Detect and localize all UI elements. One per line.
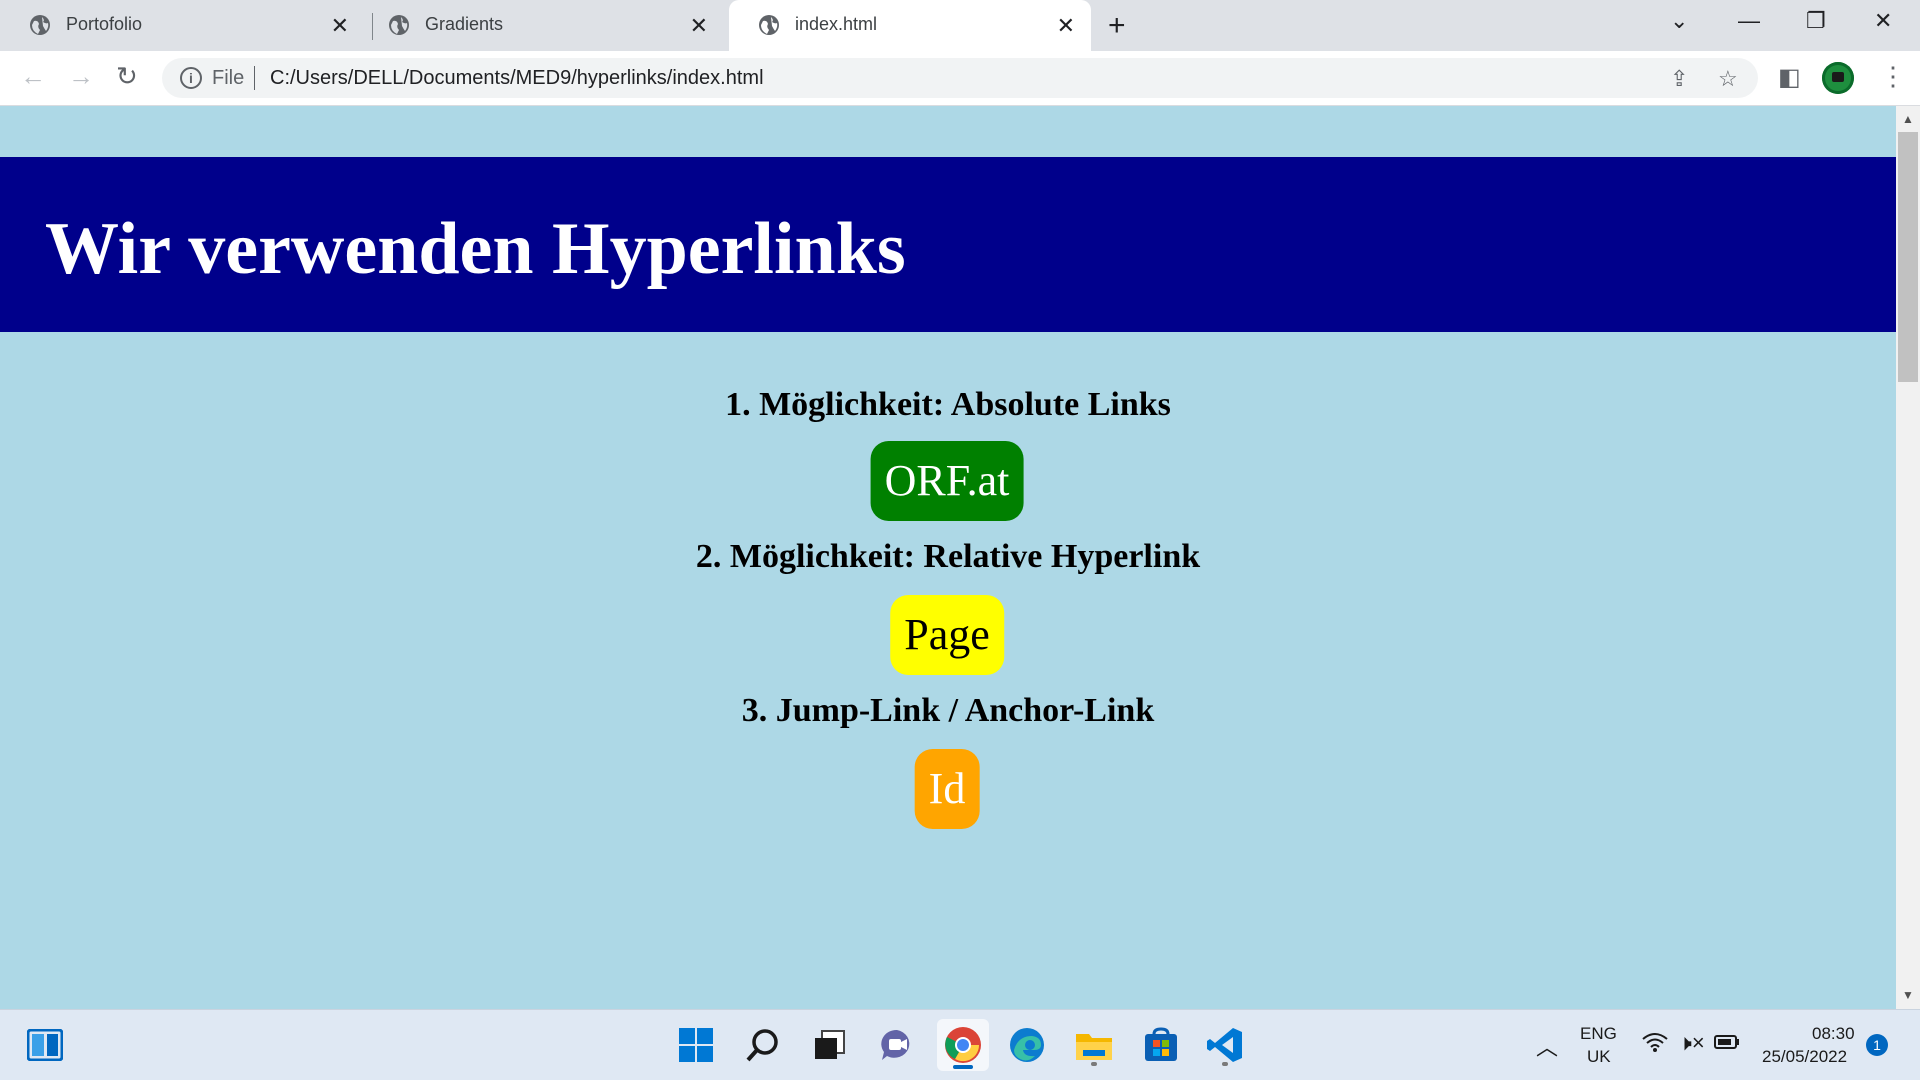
back-arrow-icon[interactable]: ←	[20, 61, 46, 92]
scrollbar-thumb[interactable]	[1898, 132, 1918, 382]
new-tab-plus-icon[interactable]: +	[1108, 9, 1126, 43]
close-window-icon[interactable]: ✕	[1874, 8, 1892, 34]
file-scheme-label: File	[212, 67, 245, 89]
address-bar[interactable]: i File C:/Users/DELL/Documents/MED9/hype…	[162, 58, 1758, 98]
running-app-indicator	[1091, 1062, 1097, 1066]
start-windows-icon[interactable]	[673, 1022, 719, 1068]
minimize-icon[interactable]: —	[1738, 8, 1760, 34]
scroll-up-arrow-icon[interactable]: ▲	[1902, 112, 1914, 126]
tab-strip: Portofolio ✕ Gradients ✕ index.html ✕ + …	[0, 0, 1920, 51]
side-panel-icon[interactable]: ◧	[1778, 63, 1801, 92]
chat-teams-icon[interactable]	[874, 1022, 920, 1068]
file-explorer-icon[interactable]	[1071, 1022, 1117, 1068]
speaker-muted-icon[interactable]: 🕨×	[1678, 1030, 1705, 1056]
orf-link-button[interactable]: ORF.at	[870, 441, 1024, 521]
page-link-button[interactable]: Page	[890, 595, 1004, 675]
chrome-icon[interactable]	[937, 1019, 989, 1071]
section-heading-relative: 2. Möglichkeit: Relative Hyperlink	[695, 538, 1201, 575]
globe-icon	[30, 15, 50, 35]
tab-gradients[interactable]: Gradients ✕	[359, 0, 724, 51]
share-icon[interactable]: ⇪	[1670, 66, 1688, 92]
tab-search-chevron-icon[interactable]: ⌄	[1670, 8, 1688, 34]
page-title: Wir verwenden Hyperlinks	[45, 208, 906, 290]
widgets-icon[interactable]	[22, 1022, 68, 1068]
search-icon[interactable]	[740, 1022, 786, 1068]
windows-taskbar: ︿ ENG UK 🕨× 08:30 25/05/2022	[0, 1009, 1920, 1080]
section-heading-absolute: 1. Möglichkeit: Absolute Links	[725, 386, 1171, 423]
close-icon[interactable]: ✕	[1057, 13, 1075, 39]
running-app-indicator	[1222, 1062, 1228, 1066]
profile-avatar[interactable]	[1822, 62, 1854, 94]
section-heading-anchor: 3. Jump-Link / Anchor-Link	[741, 692, 1155, 729]
battery-icon[interactable]	[1714, 1034, 1740, 1055]
close-icon[interactable]: ✕	[331, 13, 349, 39]
reload-icon[interactable]: ↻	[116, 61, 138, 92]
task-view-icon[interactable]	[807, 1022, 853, 1068]
page-viewport: Wir verwenden Hyperlinks 1. Möglichkeit:…	[0, 106, 1896, 1009]
tab-portofolio[interactable]: Portofolio ✕	[0, 0, 365, 51]
clock-time[interactable]: 08:30	[1812, 1024, 1855, 1044]
active-app-indicator	[953, 1065, 973, 1069]
close-icon[interactable]: ✕	[690, 13, 708, 39]
tab-label: Portofolio	[66, 14, 143, 34]
bookmark-star-icon[interactable]: ☆	[1718, 66, 1738, 92]
info-icon[interactable]: i	[180, 67, 202, 89]
show-hidden-icons-chevron-icon[interactable]: ︿	[1536, 1030, 1558, 1062]
tab-index-html[interactable]: index.html ✕	[729, 0, 1091, 51]
forward-arrow-icon[interactable]: →	[68, 61, 94, 92]
notification-badge[interactable]: 1	[1866, 1034, 1888, 1056]
globe-icon	[759, 15, 779, 35]
scroll-down-arrow-icon[interactable]: ▼	[1902, 988, 1914, 1002]
restore-icon[interactable]: ❐	[1806, 8, 1826, 34]
clock-date[interactable]: 25/05/2022	[1762, 1047, 1847, 1067]
menu-kebab-icon[interactable]: ⋮	[1880, 61, 1906, 92]
url-text[interactable]: C:/Users/DELL/Documents/MED9/hyperlinks/…	[270, 67, 764, 90]
microsoft-store-icon[interactable]	[1138, 1022, 1184, 1068]
wifi-icon[interactable]	[1642, 1032, 1668, 1058]
page-header: Wir verwenden Hyperlinks	[0, 157, 1896, 332]
region-indicator[interactable]: UK	[1587, 1047, 1611, 1067]
globe-icon	[389, 15, 409, 35]
browser-toolbar: ← → ↻ i File C:/Users/DELL/Documents/MED…	[0, 51, 1920, 106]
tab-label: index.html	[795, 14, 878, 34]
tab-label: Gradients	[425, 14, 504, 34]
vscode-icon[interactable]	[1202, 1022, 1248, 1068]
edge-icon[interactable]	[1004, 1022, 1050, 1068]
omnibox-divider	[254, 66, 255, 90]
language-indicator[interactable]: ENG	[1580, 1024, 1617, 1044]
id-anchor-link-button[interactable]: Id	[914, 749, 980, 829]
